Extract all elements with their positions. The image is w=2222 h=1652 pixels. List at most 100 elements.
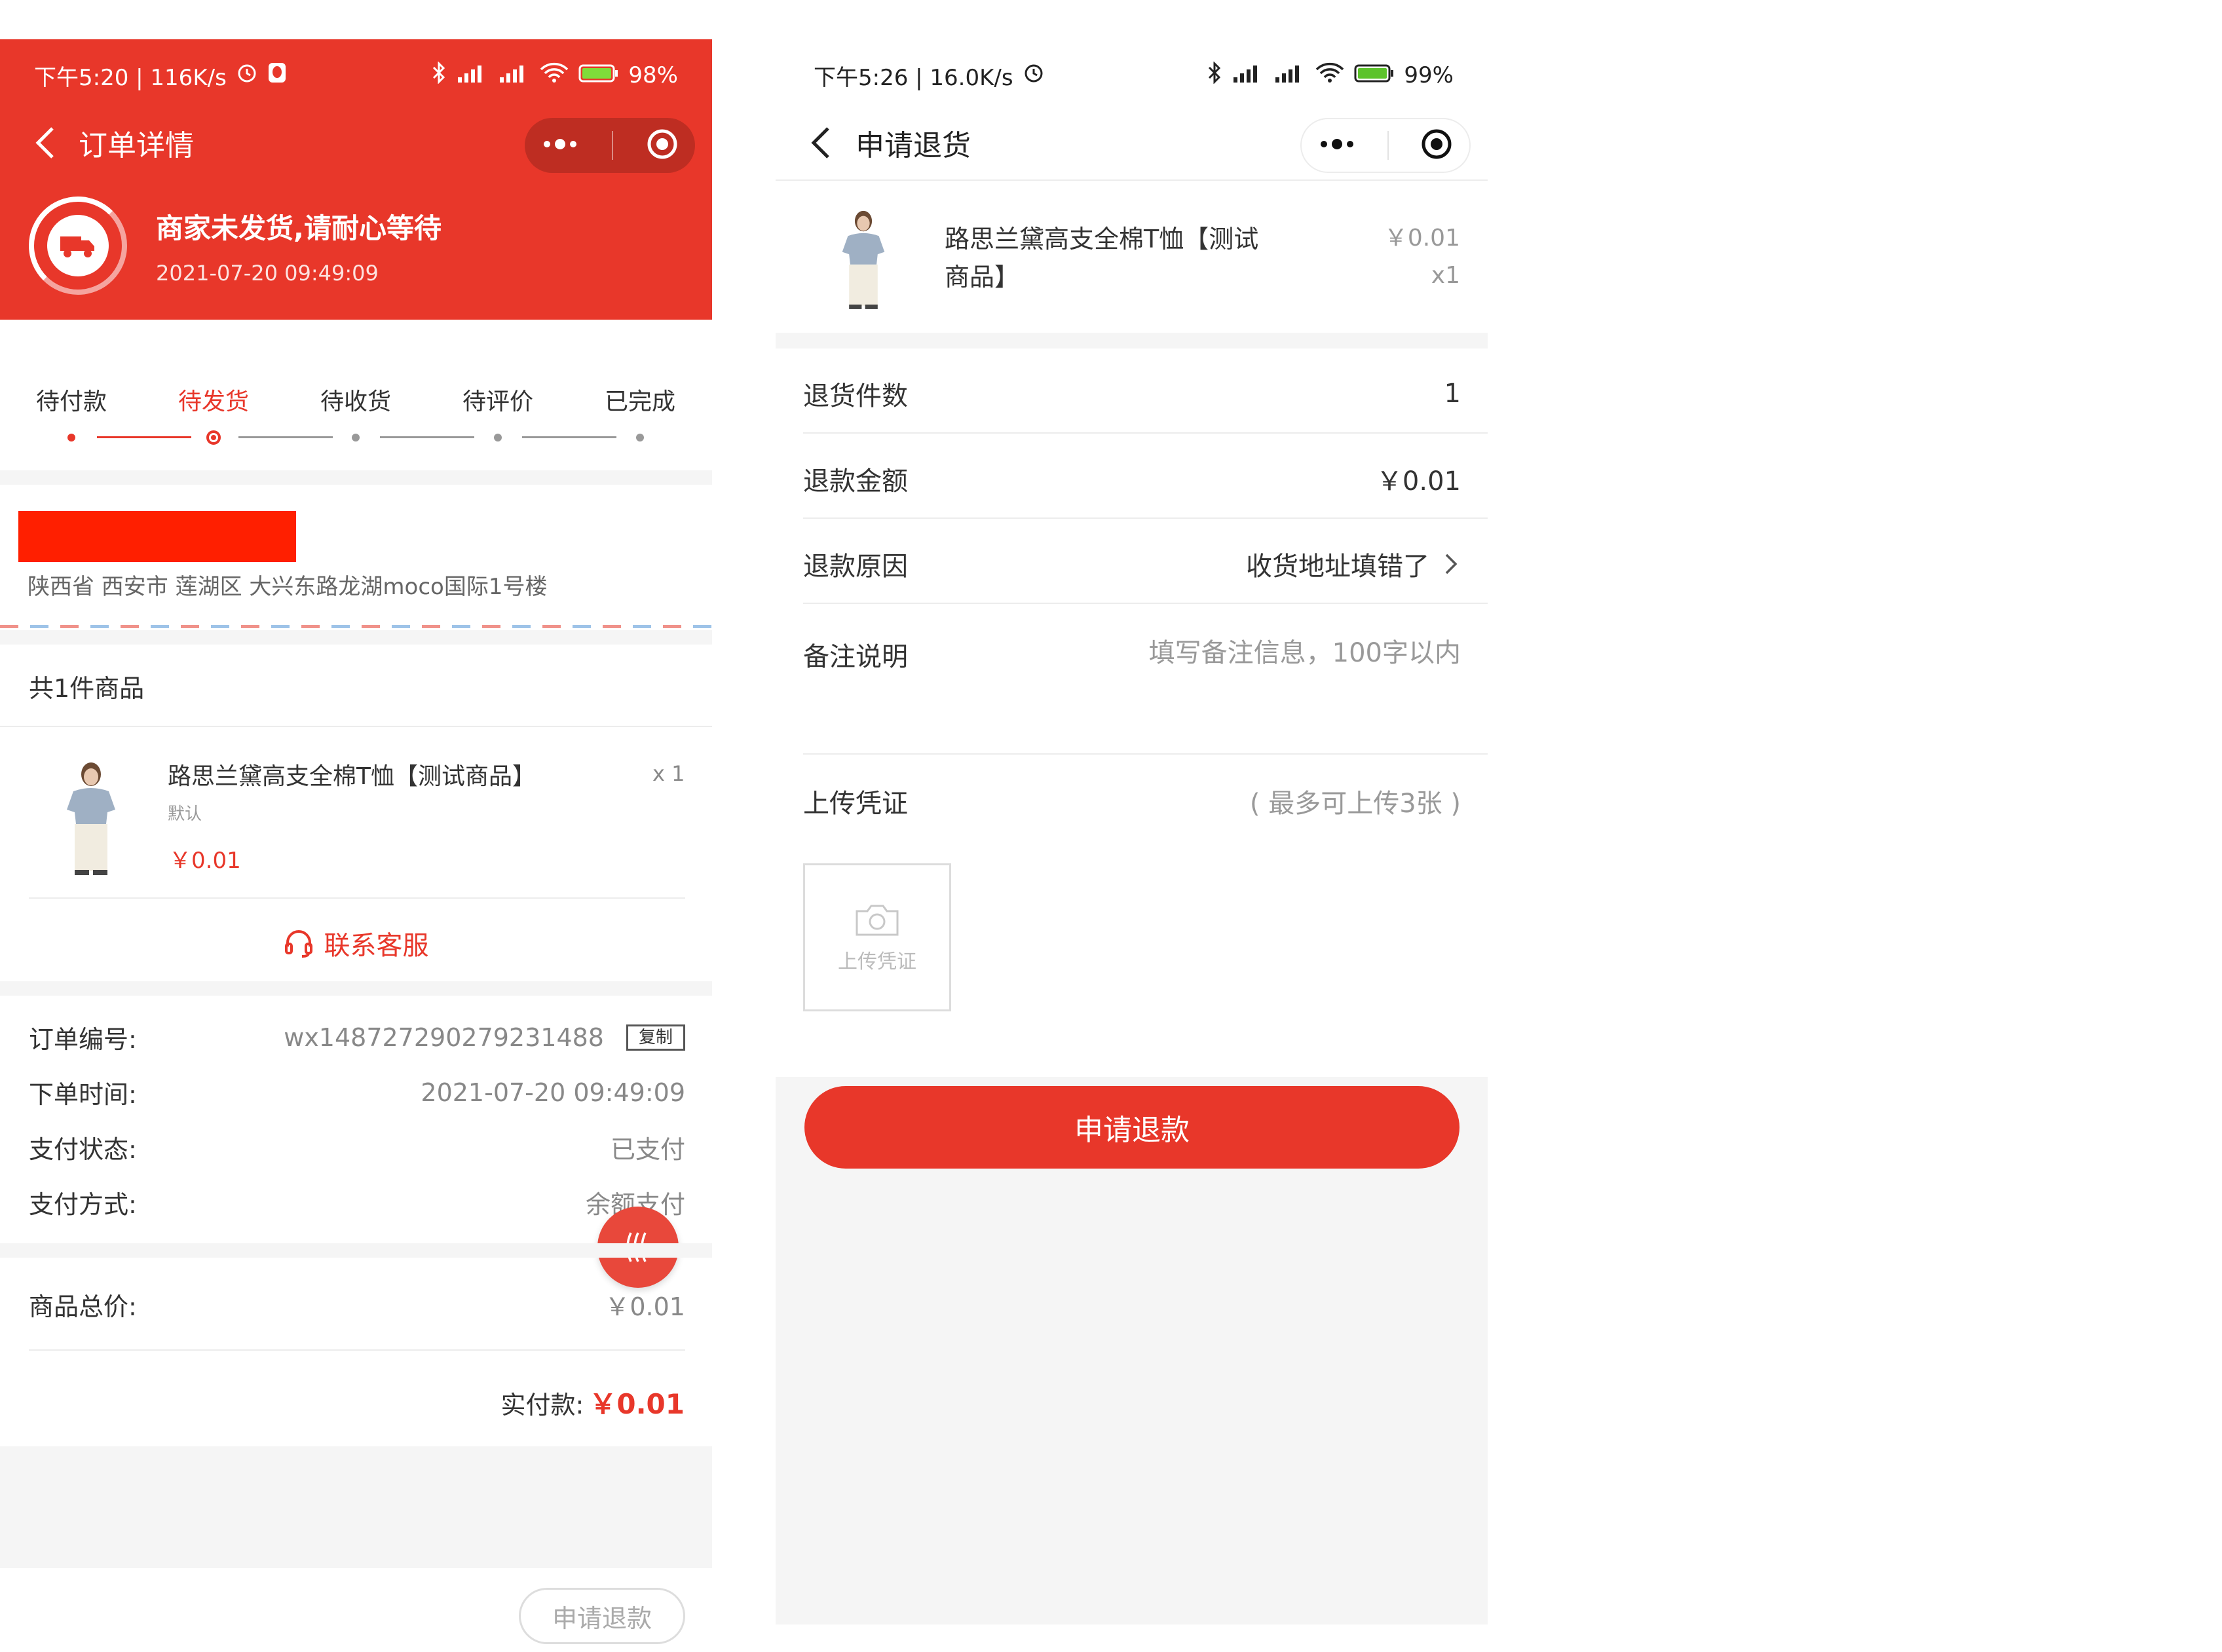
mini-program-capsule bbox=[1300, 118, 1471, 173]
close-target-icon bbox=[1422, 129, 1452, 159]
battery-level: 99% bbox=[1404, 62, 1454, 88]
wifi-icon bbox=[539, 62, 569, 90]
apply-return-screen: 下午5:26 | 16.0K/s 99% 申请退货 路思兰黛高支全棉T恤【测试 … bbox=[776, 39, 1488, 1624]
step-label-to-receive: 待收货 bbox=[320, 388, 392, 415]
divider bbox=[29, 897, 685, 899]
step-dot bbox=[67, 434, 75, 441]
battery-icon bbox=[578, 62, 619, 90]
step-dot bbox=[494, 434, 502, 441]
goods-total-value: ￥0.01 bbox=[605, 1292, 685, 1321]
back-button[interactable] bbox=[26, 123, 66, 162]
order-header: 下午5:20 | 116K/s 98% 订单详情 商家未发货,请耐心等待 202… bbox=[0, 39, 712, 320]
refund-reason-label: 退款原因 bbox=[803, 552, 908, 582]
nav-bar: 申请退货 bbox=[776, 105, 1488, 181]
section-gap bbox=[0, 630, 712, 645]
order-time-label: 下单时间: bbox=[29, 1080, 137, 1109]
goods-count: 共1件商品 bbox=[29, 674, 145, 703]
more-button[interactable] bbox=[1317, 138, 1357, 153]
upload-voucher-button[interactable]: 上传凭证 bbox=[803, 863, 951, 1011]
remark-input[interactable]: 填写备注信息，100字以内 bbox=[1149, 631, 1461, 669]
more-dots-icon bbox=[544, 139, 577, 149]
step-line bbox=[522, 436, 616, 438]
product-image[interactable] bbox=[55, 760, 127, 876]
status-time: 下午5:20 | 116K/s bbox=[34, 64, 227, 91]
product-name-line2[interactable]: 商品】 bbox=[945, 257, 1019, 293]
headset-icon bbox=[284, 930, 312, 958]
alarm-icon bbox=[236, 62, 258, 90]
camera-icon bbox=[856, 905, 899, 936]
capsule-divider bbox=[1387, 131, 1389, 160]
airmail-border bbox=[0, 625, 712, 628]
mini-program-capsule bbox=[525, 118, 695, 173]
status-bar: 下午5:20 | 116K/s 98% bbox=[0, 39, 712, 111]
step-dot bbox=[636, 434, 644, 441]
product-qty: x1 bbox=[1431, 262, 1460, 289]
voucher-hint: ( 最多可上传3张 ) bbox=[1249, 789, 1461, 819]
order-number-value: wx148727290279231488 bbox=[284, 1023, 604, 1052]
refund-reason-row[interactable]: 退款原因 收货地址填错了 bbox=[803, 545, 1461, 583]
more-button[interactable] bbox=[540, 138, 580, 153]
product-image[interactable] bbox=[832, 207, 895, 312]
order-detail-screen: 下午5:20 | 116K/s 98% 订单详情 商家未发货,请耐心等待 202… bbox=[0, 39, 712, 1652]
submit-refund-button[interactable]: 申请退款 bbox=[804, 1086, 1459, 1169]
paid-amount-row: 实付款: ￥0.01 bbox=[501, 1382, 685, 1422]
step-label-unpaid: 待付款 bbox=[35, 388, 107, 415]
chevron-right-icon bbox=[1445, 554, 1458, 574]
close-miniprogram-button[interactable] bbox=[1420, 127, 1454, 164]
payment-status-row: 支付状态: 已支付 bbox=[29, 1129, 685, 1165]
shipping-ring bbox=[29, 197, 127, 295]
back-button[interactable] bbox=[802, 123, 841, 162]
product-name-line1[interactable]: 路思兰黛高支全棉T恤【测试 bbox=[945, 219, 1258, 255]
product-price: ￥0.01 bbox=[169, 848, 241, 874]
order-progress-steps: 待付款 待发货 待收货 待评价 已完成 bbox=[0, 341, 712, 459]
shipping-time: 2021-07-20 09:49:09 bbox=[156, 260, 379, 286]
divider bbox=[776, 179, 1488, 181]
return-count-value[interactable]: 1 bbox=[1444, 379, 1461, 409]
shipping-title: 商家未发货,请耐心等待 bbox=[156, 212, 442, 244]
truck-icon bbox=[47, 215, 109, 276]
product-qty: x 1 bbox=[652, 761, 685, 786]
nav-bar: 订单详情 bbox=[0, 105, 712, 181]
step-line bbox=[97, 436, 191, 438]
redacted-recipient bbox=[18, 511, 296, 562]
capsule-divider bbox=[611, 131, 613, 160]
back-chevron-icon bbox=[811, 127, 829, 159]
more-dots-icon bbox=[1320, 139, 1353, 149]
alarm-icon bbox=[1023, 62, 1045, 90]
order-time-value: 2021-07-20 09:49:09 bbox=[421, 1078, 685, 1107]
divider bbox=[803, 432, 1488, 434]
refund-reason-value[interactable]: 收货地址填错了 bbox=[1246, 545, 1429, 583]
section-gap bbox=[0, 981, 712, 996]
back-chevron-icon bbox=[35, 127, 54, 159]
payment-method-row: 支付方式: 余额支付 bbox=[29, 1184, 685, 1220]
signal-icon bbox=[1273, 62, 1306, 90]
signal-icon bbox=[455, 62, 488, 90]
step-dot bbox=[352, 434, 360, 441]
screenshot-canvas: 下午5:20 | 116K/s 98% 订单详情 商家未发货,请耐心等待 202… bbox=[0, 0, 2222, 1652]
contact-service-label: 联系客服 bbox=[324, 931, 429, 961]
bluetooth-icon bbox=[1207, 60, 1222, 90]
order-number-row: 订单编号: wx148727290279231488 复制 bbox=[29, 1019, 685, 1055]
refund-amount-row: 退款金额 ￥0.01 bbox=[803, 460, 1461, 498]
address-text: 陕西省 西安市 莲湖区 大兴东路龙湖moco国际1号楼 bbox=[28, 574, 548, 600]
contact-service-button[interactable]: 联系客服 bbox=[0, 910, 712, 976]
paid-label: 实付款: bbox=[500, 1391, 584, 1419]
product-name[interactable]: 路思兰黛高支全棉T恤【测试商品】 bbox=[168, 757, 536, 791]
status-time: 下午5:26 | 16.0K/s bbox=[814, 64, 1013, 91]
return-count-row: 退货件数 1 bbox=[803, 375, 1461, 413]
shipping-address: 陕西省 西安市 莲湖区 大兴东路龙湖moco国际1号楼 bbox=[0, 470, 712, 634]
page-title: 申请退货 bbox=[856, 129, 971, 162]
refund-amount-label: 退款金额 bbox=[803, 466, 908, 497]
signal-icon bbox=[497, 62, 530, 90]
divider bbox=[803, 603, 1488, 604]
qq-icon bbox=[267, 62, 287, 90]
apply-refund-button[interactable]: 申请退款 bbox=[519, 1588, 685, 1644]
remark-row: 备注说明 填写备注信息，100字以内 bbox=[803, 631, 1461, 673]
signal-icon bbox=[1231, 62, 1264, 90]
close-miniprogram-button[interactable] bbox=[645, 127, 679, 164]
step-dot-current bbox=[206, 430, 221, 445]
payment-status-label: 支付状态: bbox=[29, 1135, 137, 1164]
bluetooth-icon bbox=[432, 60, 446, 90]
divider bbox=[0, 726, 712, 727]
copy-button[interactable]: 复制 bbox=[626, 1024, 685, 1051]
